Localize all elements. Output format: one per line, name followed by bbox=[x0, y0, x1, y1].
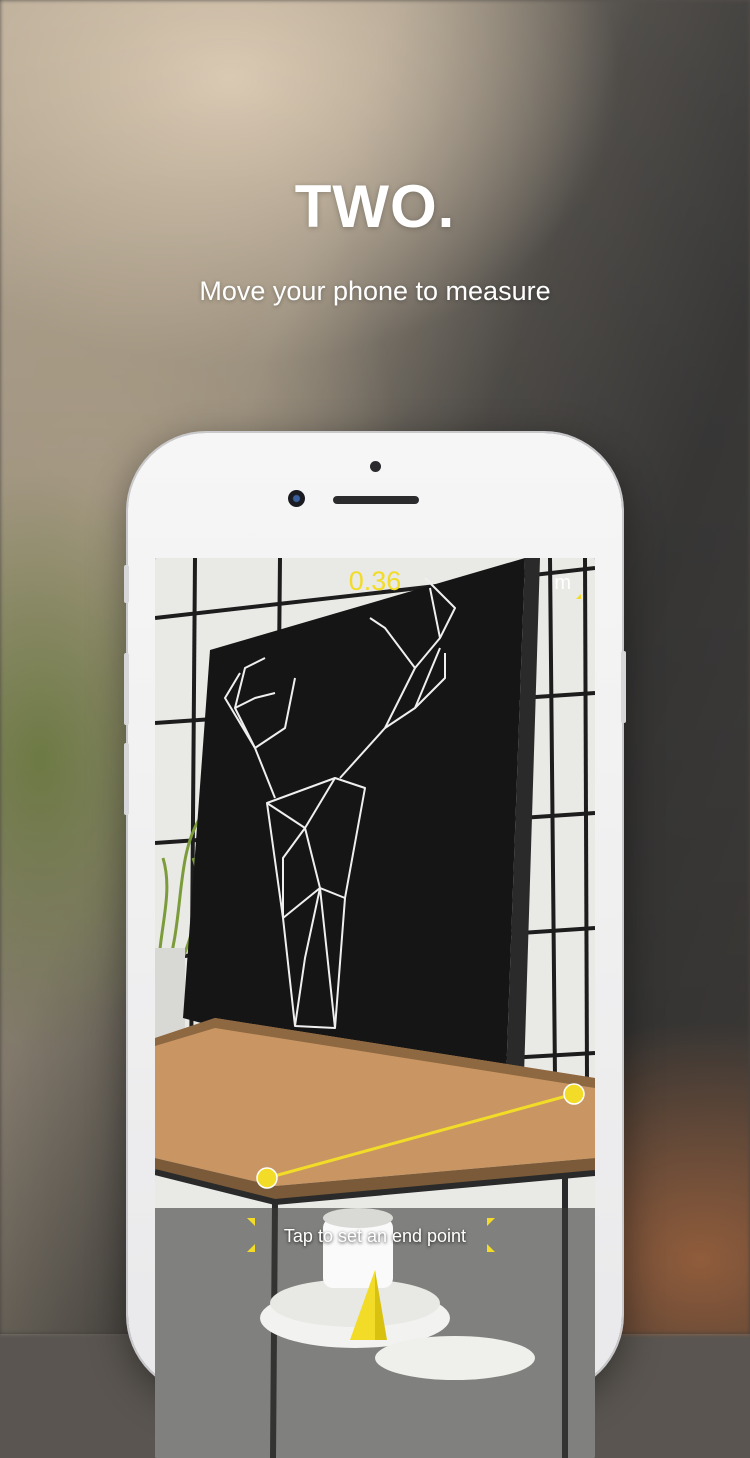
ar-camera-view[interactable]: 0.36 m Tap to set an end point bbox=[155, 558, 595, 1458]
unit-corner-marker bbox=[576, 594, 581, 599]
instruction-text: Move your phone to measure bbox=[199, 276, 551, 306]
phone-mockup: 0.36 m Tap to set an end point bbox=[124, 433, 626, 1458]
crosshair-shadow bbox=[375, 1270, 387, 1340]
phone-power-button bbox=[621, 651, 626, 723]
proximity-sensor bbox=[370, 461, 381, 472]
measure-end-point-icon bbox=[563, 1083, 585, 1105]
step-title: TWO. bbox=[294, 173, 456, 240]
tap-hint-text: Tap to set an end point bbox=[283, 1226, 467, 1246]
earpiece-speaker bbox=[333, 496, 419, 504]
front-camera-icon bbox=[288, 490, 305, 507]
phone-volume-down bbox=[124, 743, 129, 815]
measure-start-point-icon bbox=[256, 1167, 278, 1189]
phone-mute-switch bbox=[124, 565, 129, 603]
phone-volume-up bbox=[124, 653, 129, 725]
unit-toggle[interactable]: m bbox=[554, 572, 571, 595]
measurement-value: 0.36 bbox=[348, 566, 402, 596]
